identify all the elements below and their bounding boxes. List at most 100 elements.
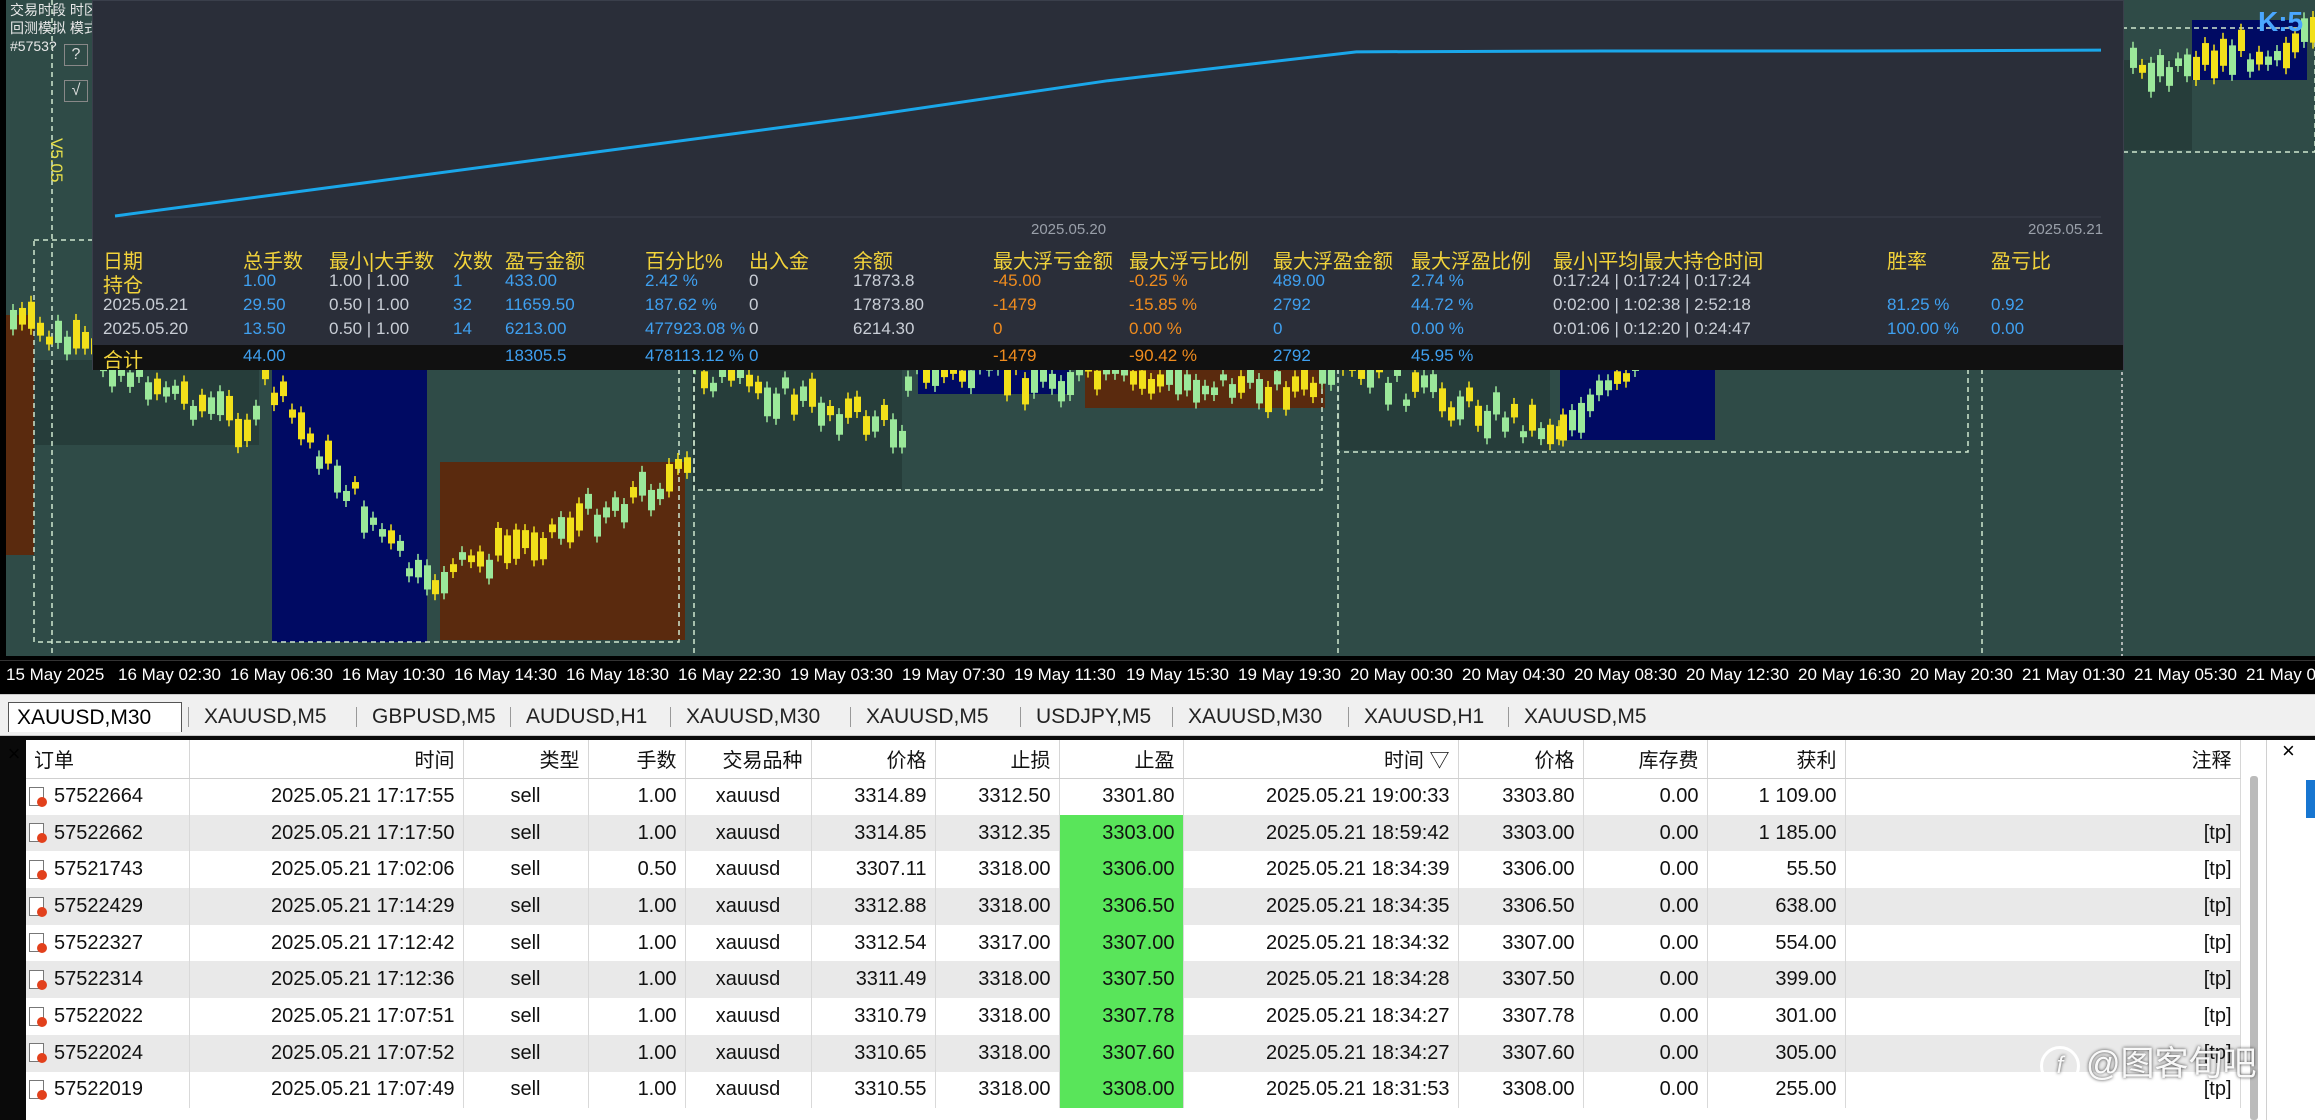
- table-cell: 3318.00: [935, 961, 1060, 999]
- table-cell: 3301.80: [1059, 778, 1184, 815]
- order-sell-icon: [28, 859, 48, 881]
- table-cell: 2025.05.21 17:17:50: [189, 814, 464, 852]
- chart-tab[interactable]: XAUUSD,H1: [1356, 702, 1492, 732]
- table-row[interactable]: 57522664 2025.05.21 17:17:55 sell 1.00 xauus…: [26, 778, 2241, 815]
- table-row[interactable]: 57522429 2025.05.21 17:14:29 sell 1.00 xauus…: [26, 888, 2241, 925]
- chart-tab[interactable]: XAUUSD,M5: [858, 702, 997, 732]
- table-row[interactable]: 57522022 2025.05.21 17:07:51 sell 1.00 xauus…: [26, 998, 2241, 1035]
- table-cell: 2025.05.21 18:34:32: [1183, 924, 1459, 962]
- table-cell: 3303.00: [1059, 814, 1184, 852]
- equity-area: [93, 41, 2123, 221]
- table-row[interactable]: 57521743 2025.05.21 17:02:06 sell 0.50 xauus…: [26, 851, 2241, 889]
- tab-separator: [1020, 707, 1021, 727]
- close-right-icon[interactable]: ×: [2282, 738, 2295, 764]
- table-row[interactable]: 57522019 2025.05.21 17:07:49 sell 1.00 xauus…: [26, 1071, 2241, 1109]
- time-axis-label: 20 May 16:30: [1798, 665, 1902, 684]
- table-row[interactable]: 57522314 2025.05.21 17:12:36 sell 1.00 xauus…: [26, 961, 2241, 999]
- column-header[interactable]: 价格: [1458, 740, 1584, 779]
- equity-date-left: 2025.05.20: [1031, 221, 1107, 238]
- stats-sum-cell: -90.42 %: [1129, 346, 1198, 365]
- stats-cell: 489.00: [1273, 271, 1325, 290]
- table-cell: 2025.05.21 18:34:35: [1183, 888, 1459, 925]
- candle: [809, 372, 816, 413]
- stats-cell: 1.00 | 1.00: [329, 271, 410, 290]
- close-panel-icon[interactable]: ×: [4, 741, 24, 767]
- table-cell: sell: [463, 961, 589, 999]
- table-cell: 2025.05.21 17:02:06: [189, 851, 464, 889]
- stats-cell: 0: [1273, 319, 1283, 338]
- table-cell: sell: [463, 778, 589, 815]
- column-header[interactable]: 库存费: [1583, 740, 1708, 779]
- column-header[interactable]: 时间: [189, 740, 464, 779]
- check-button[interactable]: √: [64, 80, 88, 102]
- stats-cell: 29.50: [243, 295, 286, 314]
- chart-tab[interactable]: XAUUSD,M30: [678, 702, 828, 732]
- chart-tab[interactable]: XAUUSD,M5: [1516, 702, 1655, 732]
- stats-cell: 2025.05.20: [103, 319, 189, 338]
- column-header[interactable]: 价格: [811, 740, 936, 779]
- stats-panel: 2025.05.20 2025.05.21 日期 总手数 最小|大手数 次数 盈亏金额百…: [92, 0, 2124, 372]
- column-header[interactable]: 交易品种: [685, 740, 812, 779]
- order-cell: 57522429: [26, 888, 190, 925]
- column-header[interactable]: 类型: [463, 740, 589, 779]
- order-sell-icon: [28, 1042, 48, 1064]
- watermark-icon: f: [2040, 1046, 2080, 1087]
- table-cell: xauusd: [685, 1034, 812, 1072]
- table-row[interactable]: 57522024 2025.05.21 17:07:52 sell 1.00 xauus…: [26, 1034, 2241, 1072]
- candle: [513, 523, 520, 565]
- column-header[interactable]: 订单: [26, 740, 190, 779]
- table-cell: 3312.54: [811, 924, 936, 962]
- chart-tab[interactable]: XAUUSD,M5: [196, 702, 335, 732]
- table-cell: [tp]: [1845, 888, 2241, 925]
- stats-header-8: 最大浮亏金额: [993, 251, 1113, 273]
- column-header[interactable]: 止损: [935, 740, 1060, 779]
- table-cell: 0.00: [1583, 998, 1708, 1035]
- order-sell-icon: [28, 1079, 48, 1101]
- table-cell: 3318.00: [935, 888, 1060, 925]
- column-header[interactable]: 时间 ▽: [1183, 740, 1459, 779]
- order-sell-icon: [28, 1006, 48, 1028]
- chart-tab[interactable]: XAUUSD,M30: [1180, 702, 1330, 732]
- table-cell: 3318.00: [935, 851, 1060, 889]
- chart-tab[interactable]: XAUUSD,M30: [8, 702, 182, 732]
- stats-header-7: 余额: [853, 251, 893, 273]
- table-cell: sell: [463, 814, 589, 852]
- chart-tab[interactable]: AUDUSD,H1: [518, 702, 655, 732]
- table-cell: 3314.89: [811, 778, 936, 815]
- stats-header-9: 最大浮亏比例: [1129, 251, 1249, 273]
- column-header[interactable]: 注释: [1845, 740, 2241, 779]
- stats-header-10: 最大浮盈金额: [1273, 251, 1393, 273]
- zone-brown-1: [440, 462, 685, 640]
- stats-header-3: 次数: [453, 251, 493, 273]
- time-axis-label: 21 May 01:30: [2022, 665, 2126, 684]
- table-cell: 2025.05.21 18:34:28: [1183, 961, 1459, 999]
- table-cell: sell: [463, 888, 589, 925]
- tab-separator: [510, 707, 511, 727]
- table-cell: 1.00: [588, 961, 686, 999]
- stats-cell: 1: [453, 271, 463, 290]
- stats-sum-row: 合计 44.00 18305.5 478113.12 % 0 -1479 -90.42 % 2…: [93, 345, 2123, 372]
- stats-cell: 11659.50: [505, 295, 575, 314]
- stats-cell: 2025.05.21: [103, 295, 189, 314]
- table-cell: sell: [463, 851, 589, 889]
- help-button[interactable]: ?: [64, 44, 88, 66]
- column-header[interactable]: 手数: [588, 740, 686, 779]
- zone-dark-1: [692, 360, 902, 490]
- stats-cell: 0.50 | 1.00: [329, 319, 410, 338]
- table-cell: 3306.50: [1458, 888, 1584, 925]
- chart-tab[interactable]: USDJPY,M5: [1028, 702, 1159, 732]
- time-axis-label: 16 May 18:30: [566, 665, 670, 684]
- table-cell: 0.00: [1583, 961, 1708, 999]
- table-cell: 638.00: [1707, 888, 1846, 925]
- chart-tab[interactable]: GBPUSD,M5: [364, 702, 504, 732]
- table-cell: 1.00: [588, 1034, 686, 1072]
- time-axis-label: 19 May 07:30: [902, 665, 1006, 684]
- column-header[interactable]: 获利: [1707, 740, 1846, 779]
- candle: [890, 413, 897, 454]
- stats-cell: 81.25 %: [1887, 295, 1950, 314]
- table-row[interactable]: 57522662 2025.05.21 17:17:50 sell 1.00 xauus…: [26, 814, 2241, 852]
- table-cell: 3306.00: [1458, 851, 1584, 889]
- table-row[interactable]: 57522327 2025.05.21 17:12:42 sell 1.00 xauus…: [26, 924, 2241, 962]
- column-header[interactable]: 止盈: [1059, 740, 1184, 779]
- stats-header-1: 总手数: [243, 251, 303, 273]
